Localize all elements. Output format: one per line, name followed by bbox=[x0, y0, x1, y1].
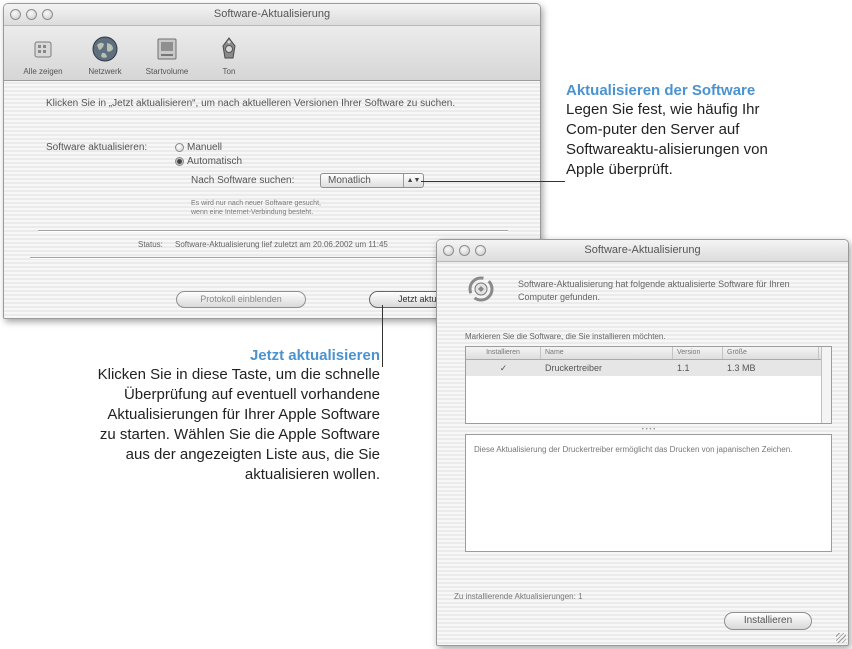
found-updates-message: Software-Aktualisierung hat folgende akt… bbox=[518, 279, 790, 302]
toolbar-startup-disk[interactable]: Startvolume bbox=[138, 34, 196, 76]
update-results-window: Software-Aktualisierung Software-Aktuali… bbox=[436, 239, 849, 646]
callout-line: Legen Sie fest, wie häufig Ihr bbox=[566, 101, 760, 118]
radio-button-selected[interactable] bbox=[175, 157, 184, 166]
toolbar-label: Netzwerk bbox=[88, 67, 122, 76]
toolbar-network[interactable]: Netzwerk bbox=[76, 34, 134, 76]
callout-line: aus der angezeigten Liste aus, die Sie bbox=[125, 446, 380, 463]
chevron-updown-icon: ▲▼ bbox=[403, 174, 423, 187]
callout-heading: Jetzt aktualisieren bbox=[249, 347, 380, 364]
callout-line: zu starten. Wählen Sie die Apple Softwar… bbox=[99, 426, 380, 443]
select-value: Monatlich bbox=[328, 175, 371, 186]
column-header-name[interactable]: Name bbox=[541, 347, 673, 359]
show-all-icon bbox=[28, 34, 58, 64]
callout-update-software: Aktualisieren der Software Legen Sie fes… bbox=[566, 82, 850, 180]
speaker-icon bbox=[214, 34, 244, 64]
callout-leader-line bbox=[382, 305, 383, 367]
callout-line: Com-puter den Server auf bbox=[566, 121, 740, 138]
toolbar-sound[interactable]: Ton bbox=[200, 34, 258, 76]
update-version: 1.1 bbox=[677, 363, 690, 373]
update-description: Diese Aktualisierung der Druckertreiber … bbox=[465, 434, 832, 552]
radio-label: Manuell bbox=[187, 142, 223, 153]
update-size: 1.3 MB bbox=[727, 363, 756, 373]
window-title: Software-Aktualisierung bbox=[213, 8, 331, 20]
radio-manual[interactable]: Manuell bbox=[175, 142, 222, 153]
callout-heading: Aktualisieren der Software bbox=[566, 82, 756, 99]
toolbar-show-all[interactable]: Alle zeigen bbox=[14, 34, 72, 76]
callout-line: Softwareaktu-alisierungen von bbox=[566, 141, 768, 158]
callout-line: Überprüfung auf eventuell vorhandene bbox=[123, 386, 380, 403]
table-scrollbar[interactable] bbox=[821, 347, 831, 423]
update-label: Software aktualisieren: bbox=[46, 142, 148, 153]
network-globe-icon bbox=[90, 34, 120, 64]
preferences-toolbar: Alle zeigen Netzwerk Startvolume Ton bbox=[4, 26, 540, 81]
callout-leader-line bbox=[421, 181, 565, 182]
window-title: Software-Aktualisierung bbox=[584, 244, 701, 256]
table-row[interactable]: ✓ Druckertreiber 1.1 1.3 MB bbox=[466, 360, 831, 376]
software-update-icon bbox=[467, 275, 495, 303]
window-titlebar[interactable]: Software-Aktualisierung bbox=[437, 240, 848, 262]
divider bbox=[38, 230, 508, 232]
pane-description: Klicken Sie in „Jetzt aktualisieren“, um… bbox=[46, 98, 456, 109]
callout-line: aktualisieren wollen. bbox=[244, 466, 380, 483]
status-text: Software-Aktualisierung lief zuletzt am … bbox=[175, 240, 388, 249]
callout-line: Apple überprüft. bbox=[566, 161, 673, 178]
search-interval-label: Nach Software suchen: bbox=[191, 175, 295, 186]
pane-splitter[interactable]: • • • • bbox=[465, 427, 832, 433]
toolbar-label: Ton bbox=[222, 67, 236, 76]
startup-disk-icon bbox=[152, 34, 182, 64]
toolbar-label: Alle zeigen bbox=[23, 67, 63, 76]
install-button[interactable]: Installieren bbox=[724, 612, 812, 630]
show-log-button[interactable]: Protokoll einblenden bbox=[176, 291, 306, 308]
radio-button[interactable] bbox=[175, 143, 184, 152]
update-name: Druckertreiber bbox=[545, 363, 603, 373]
resize-handle[interactable] bbox=[836, 633, 846, 643]
select-instructions: Markieren Sie die Software, die Sie inst… bbox=[465, 332, 666, 341]
connection-note: Es wird nur nach neuer Software gesucht,… bbox=[191, 199, 321, 217]
callout-line: Aktualisierungen für Ihrer Apple Softwar… bbox=[107, 406, 380, 423]
callout-update-now: Jetzt aktualisieren Klicken Sie in diese… bbox=[4, 347, 380, 485]
search-interval-select[interactable]: Monatlich ▲▼ bbox=[320, 173, 424, 188]
note-line: Es wird nur nach neuer Software gesucht, bbox=[191, 200, 321, 207]
window-titlebar[interactable]: Software-Aktualisierung bbox=[4, 4, 540, 26]
note-line: wenn eine Internet-Verbindung besteht. bbox=[191, 209, 314, 216]
updates-count: Zu installierende Aktualisierungen: 1 bbox=[454, 592, 583, 601]
column-header-size[interactable]: Größe bbox=[723, 347, 819, 359]
status-label: Status: bbox=[138, 240, 163, 249]
toolbar-label: Startvolume bbox=[145, 67, 189, 76]
column-header-version[interactable]: Version bbox=[673, 347, 723, 359]
radio-label: Automatisch bbox=[187, 156, 243, 167]
table-header: Installieren Name Version Größe bbox=[466, 347, 831, 360]
callout-line: Klicken Sie in diese Taste, um die schne… bbox=[97, 366, 380, 383]
updates-table: Installieren Name Version Größe ✓ Drucke… bbox=[465, 346, 832, 424]
radio-automatic[interactable]: Automatisch bbox=[175, 156, 242, 167]
column-header-install[interactable]: Installieren bbox=[466, 347, 541, 359]
install-checkbox[interactable]: ✓ bbox=[466, 360, 541, 376]
